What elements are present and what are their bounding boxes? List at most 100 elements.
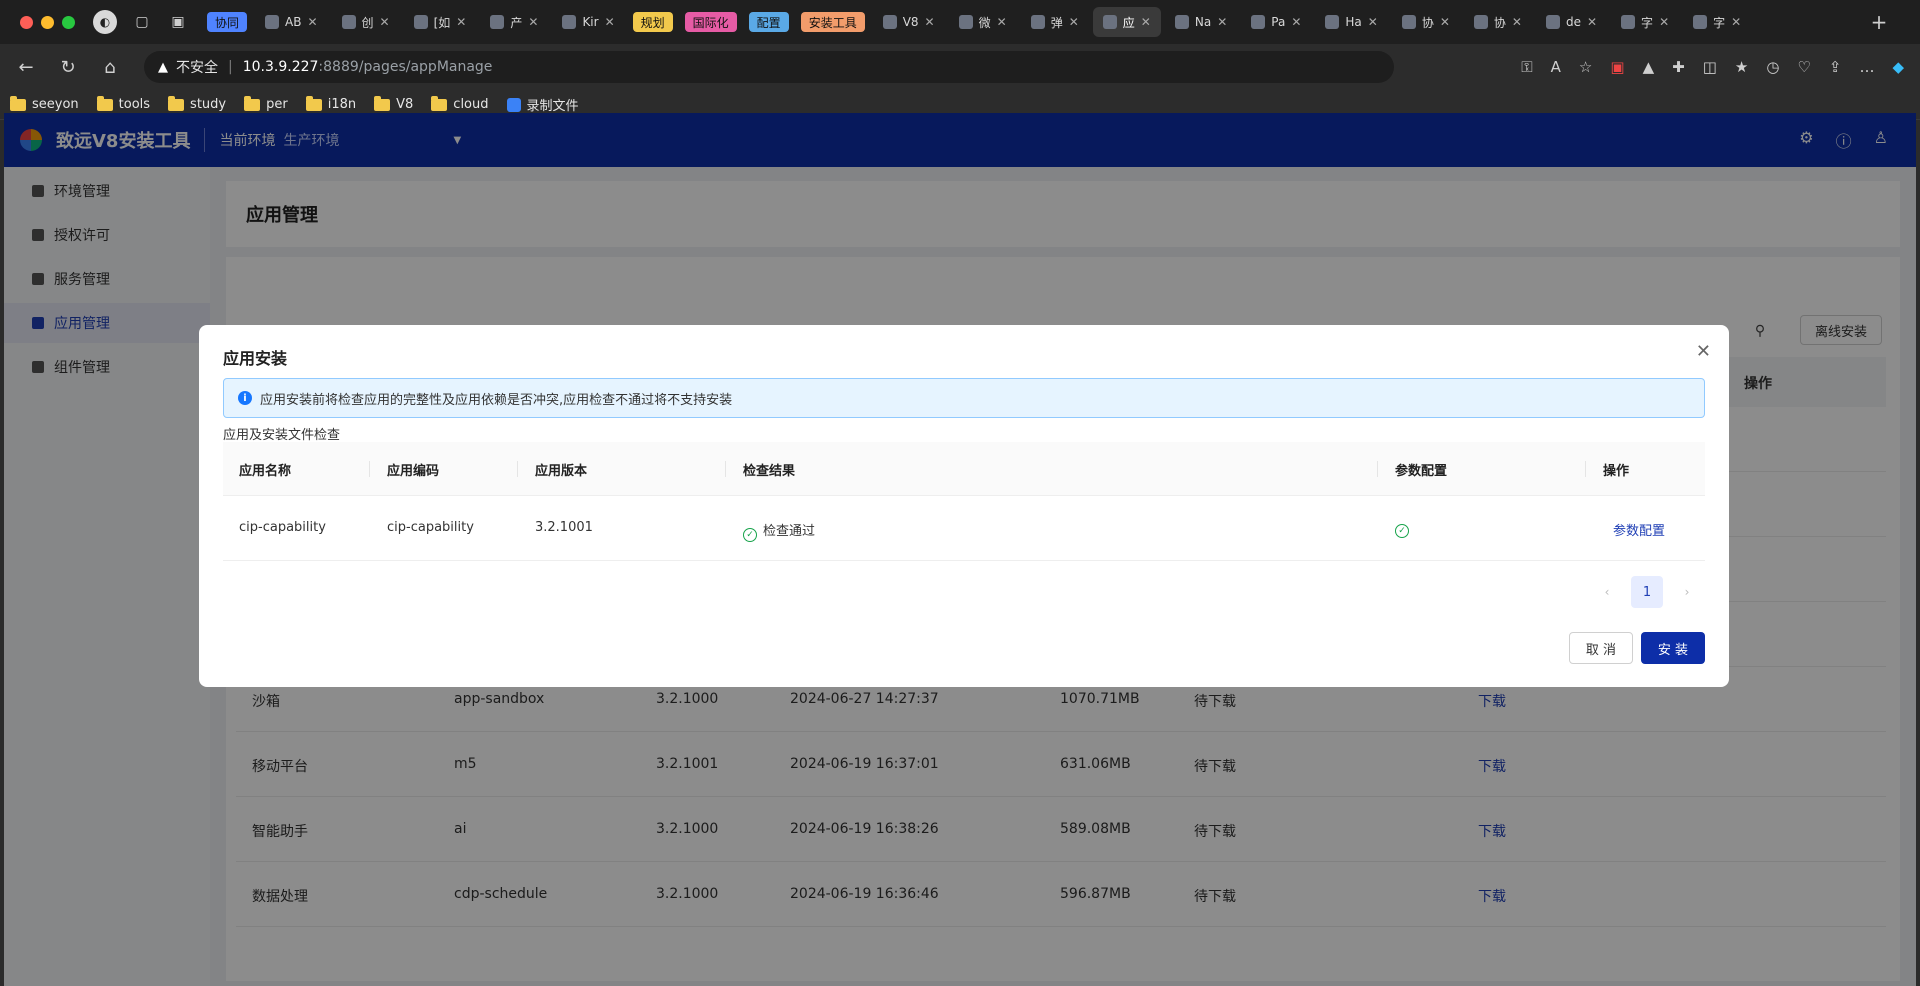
bookmark-label: seeyon: [32, 97, 79, 112]
dialog-title: 应用安装: [223, 349, 288, 368]
close-tab-icon[interactable]: ✕: [1659, 15, 1669, 29]
history-icon[interactable]: ◷: [1766, 58, 1779, 76]
bookmark-item[interactable]: V8: [374, 95, 413, 112]
browser-tab-bar: ◐ ▢ ▣ 协同 AB ✕ 创 ✕ [如 ✕ 产 ✕ Kir ✕ 规划 国际化 配置 安装工具 V8 ✕ 微 ✕ 弹 ✕…: [0, 0, 1920, 44]
back-icon[interactable]: ←: [10, 51, 42, 83]
tab-group-label[interactable]: 配置: [748, 12, 789, 32]
more-icon[interactable]: …: [1859, 58, 1874, 76]
favorite-icon[interactable]: ☆: [1579, 58, 1592, 76]
profile-icon[interactable]: ◐: [93, 10, 117, 34]
page-number-button[interactable]: 1: [1631, 576, 1663, 608]
tab-group-label[interactable]: 国际化: [684, 12, 737, 32]
close-tab-icon[interactable]: ✕: [528, 15, 538, 29]
close-window-button[interactable]: [20, 15, 33, 29]
refresh-icon[interactable]: ↻: [52, 51, 84, 83]
install-button[interactable]: 安 装: [1641, 632, 1705, 664]
browser-tab[interactable]: 产 ✕: [480, 7, 548, 37]
folder-icon: [431, 95, 448, 111]
close-tab-icon[interactable]: ✕: [1291, 15, 1301, 29]
close-tab-icon[interactable]: ✕: [997, 15, 1007, 29]
close-tab-icon[interactable]: ✕: [1141, 15, 1151, 29]
bookmark-item[interactable]: seeyon: [10, 95, 79, 112]
close-tab-icon[interactable]: ✕: [380, 15, 390, 29]
chevron-right-icon[interactable]: ›: [1677, 585, 1697, 599]
browser-tab[interactable]: Na ✕: [1165, 7, 1237, 37]
minimize-window-button[interactable]: [41, 15, 54, 29]
app-code-cell: cip-capability: [387, 520, 474, 535]
favicon-icon: [1401, 15, 1416, 29]
tab-label: 协: [1421, 15, 1434, 30]
browser-tab[interactable]: AB ✕: [255, 7, 328, 37]
chevron-left-icon[interactable]: ‹: [1597, 585, 1617, 599]
browser-tab[interactable]: 弹 ✕: [1021, 7, 1089, 37]
bookmark-item[interactable]: per: [244, 95, 288, 112]
url-divider: |: [228, 59, 233, 75]
browser-tab[interactable]: 协 ✕: [1392, 7, 1460, 37]
bookmark-item[interactable]: i18n: [305, 95, 356, 112]
favicon-icon: [265, 15, 280, 29]
close-tab-icon[interactable]: ✕: [925, 15, 935, 29]
browser-tab[interactable]: Ha ✕: [1315, 7, 1387, 37]
tab-group-label[interactable]: 规划: [632, 12, 673, 32]
tab-label: de: [1565, 15, 1581, 29]
folder-icon: [96, 95, 113, 111]
browser-tab[interactable]: 字 ✕: [1611, 7, 1679, 37]
close-tab-icon[interactable]: ✕: [1587, 15, 1597, 29]
tab-label: 字: [1641, 15, 1654, 30]
browser-tab[interactable]: 创 ✕: [332, 7, 400, 37]
browser-tab[interactable]: 微 ✕: [949, 7, 1017, 37]
bookmark-item[interactable]: 录制文件: [506, 95, 579, 114]
check-table-header: 应用名称 应用编码 应用版本 检查结果 参数配置 操作: [223, 442, 1705, 496]
close-tab-icon[interactable]: ✕: [605, 15, 615, 29]
url-host: 10.3.9.227: [242, 59, 319, 75]
browser-tab[interactable]: 字 ✕: [1683, 7, 1751, 37]
browser-tab[interactable]: Pa ✕: [1241, 7, 1311, 37]
browser-tab[interactable]: 应 ✕: [1092, 7, 1161, 37]
address-bar: ← ↻ ⌂ ▲ 不安全 | 10.3.9.227 :8889/pages/app…: [0, 44, 1920, 90]
read-aloud-icon[interactable]: A: [1551, 58, 1561, 76]
column-divider: [517, 461, 518, 477]
favicon-icon: [341, 15, 356, 29]
extension-fe-icon[interactable]: ▣: [1610, 58, 1624, 76]
browser-tab[interactable]: 协 ✕: [1464, 7, 1532, 37]
tab-group-label[interactable]: 协同: [207, 12, 248, 32]
copilot-icon[interactable]: ◆: [1892, 58, 1904, 76]
url-input[interactable]: ▲ 不安全 | 10.3.9.227 :8889/pages/appManage: [144, 51, 1394, 83]
tab-label: Pa: [1271, 15, 1286, 29]
favorites-icon[interactable]: ★: [1735, 58, 1748, 76]
browser-tab[interactable]: [如 ✕: [404, 7, 477, 37]
close-tab-icon[interactable]: ✕: [1069, 15, 1079, 29]
cancel-button[interactable]: 取 消: [1569, 632, 1633, 664]
share-icon[interactable]: ⇪: [1829, 58, 1842, 76]
tab-group-label[interactable]: 安装工具: [800, 12, 865, 32]
bookmark-item[interactable]: study: [168, 95, 226, 112]
close-tab-icon[interactable]: ✕: [456, 15, 466, 29]
bookmark-label: 录制文件: [526, 99, 579, 114]
close-tab-icon[interactable]: ✕: [1217, 15, 1227, 29]
param-config-link[interactable]: 参数配置: [1613, 520, 1665, 539]
tab-strip: 协同 AB ✕ 创 ✕ [如 ✕ 产 ✕ Kir ✕ 规划 国际化 配置 安装工具 V8 ✕ 微 ✕ 弹 ✕ 应 ✕ Na ✕ P…: [203, 7, 1868, 37]
close-tab-icon[interactable]: ✕: [307, 15, 317, 29]
home-icon[interactable]: ⌂: [94, 51, 126, 83]
close-tab-icon[interactable]: ✕: [1512, 15, 1522, 29]
close-tab-icon[interactable]: ✕: [1368, 15, 1378, 29]
browser-tab[interactable]: de ✕: [1536, 7, 1607, 37]
browser-tab[interactable]: Kir ✕: [552, 7, 624, 37]
key-icon[interactable]: ⚿: [1521, 58, 1532, 76]
tab-actions-icon[interactable]: ▣: [167, 11, 189, 33]
extensions-icon[interactable]: ✚: [1672, 58, 1685, 76]
workspaces-icon[interactable]: ▢: [131, 11, 153, 33]
new-tab-icon[interactable]: +: [1868, 10, 1890, 34]
close-icon[interactable]: ✕: [1696, 341, 1711, 362]
tab-label: V8: [902, 15, 919, 29]
browser-tab[interactable]: V8 ✕: [873, 7, 945, 37]
performance-icon[interactable]: ♡: [1797, 58, 1810, 76]
tab-label: 弹: [1050, 15, 1063, 30]
extension-triangle-icon[interactable]: ▲: [1643, 58, 1655, 76]
bookmark-item[interactable]: tools: [96, 95, 150, 112]
maximize-window-button[interactable]: [62, 15, 75, 29]
close-tab-icon[interactable]: ✕: [1440, 15, 1450, 29]
close-tab-icon[interactable]: ✕: [1731, 15, 1741, 29]
bookmark-item[interactable]: cloud: [431, 95, 489, 112]
split-screen-icon[interactable]: ◫: [1703, 58, 1717, 76]
